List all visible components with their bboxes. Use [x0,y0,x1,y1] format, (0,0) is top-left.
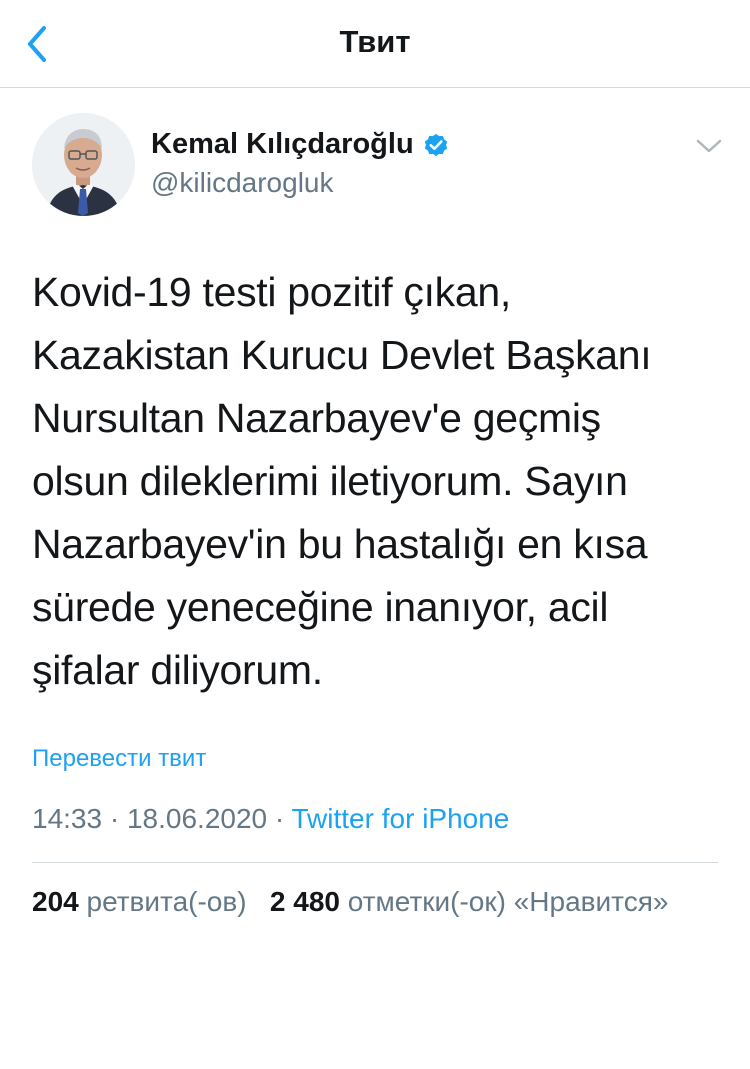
tweet-metadata: 14:33 · 18.06.2020 · Twitter for iPhone [32,803,509,835]
tweet-date: 18.06.2020 [126,803,268,834]
retweets-stat[interactable]: 204 ретвита(-ов) [32,886,254,917]
tweet-menu-button[interactable] [692,132,726,160]
retweets-count: 204 [32,886,79,917]
tweet-text: Kovid-19 testi pozitif çıkan, Kazakistan… [32,269,652,693]
meta-separator: · [109,803,120,834]
avatar-portrait [32,113,135,216]
tweet-source-link[interactable]: Twitter for iPhone [292,803,510,834]
meta-separator: · [274,803,285,834]
tweet-time: 14:33 [32,803,103,834]
likes-count: 2 480 [269,886,340,917]
author-name-text: Kemal Kılıçdaroğlu [151,128,414,160]
verified-badge-icon [424,133,447,156]
tweet-stats: 204 ретвита(-ов) 2 480 отметки(-ок) «Нра… [32,886,668,918]
author-name[interactable]: Kemal Kılıçdaroğlu [151,128,450,161]
translate-tweet-link[interactable]: Перевести твит [32,745,206,773]
author-handle[interactable]: @kilicdarogluk [151,167,334,199]
chevron-down-icon [696,139,722,153]
divider [32,862,718,863]
retweets-label: ретвита(-ов) [86,886,247,917]
likes-label: отметки(-ок) «Нравится» [347,886,669,917]
page-title: Твит [339,24,411,59]
avatar[interactable] [32,113,135,216]
likes-stat[interactable]: 2 480 отметки(-ок) «Нравится» [270,886,669,917]
navigation-bar: Твит [0,0,750,88]
